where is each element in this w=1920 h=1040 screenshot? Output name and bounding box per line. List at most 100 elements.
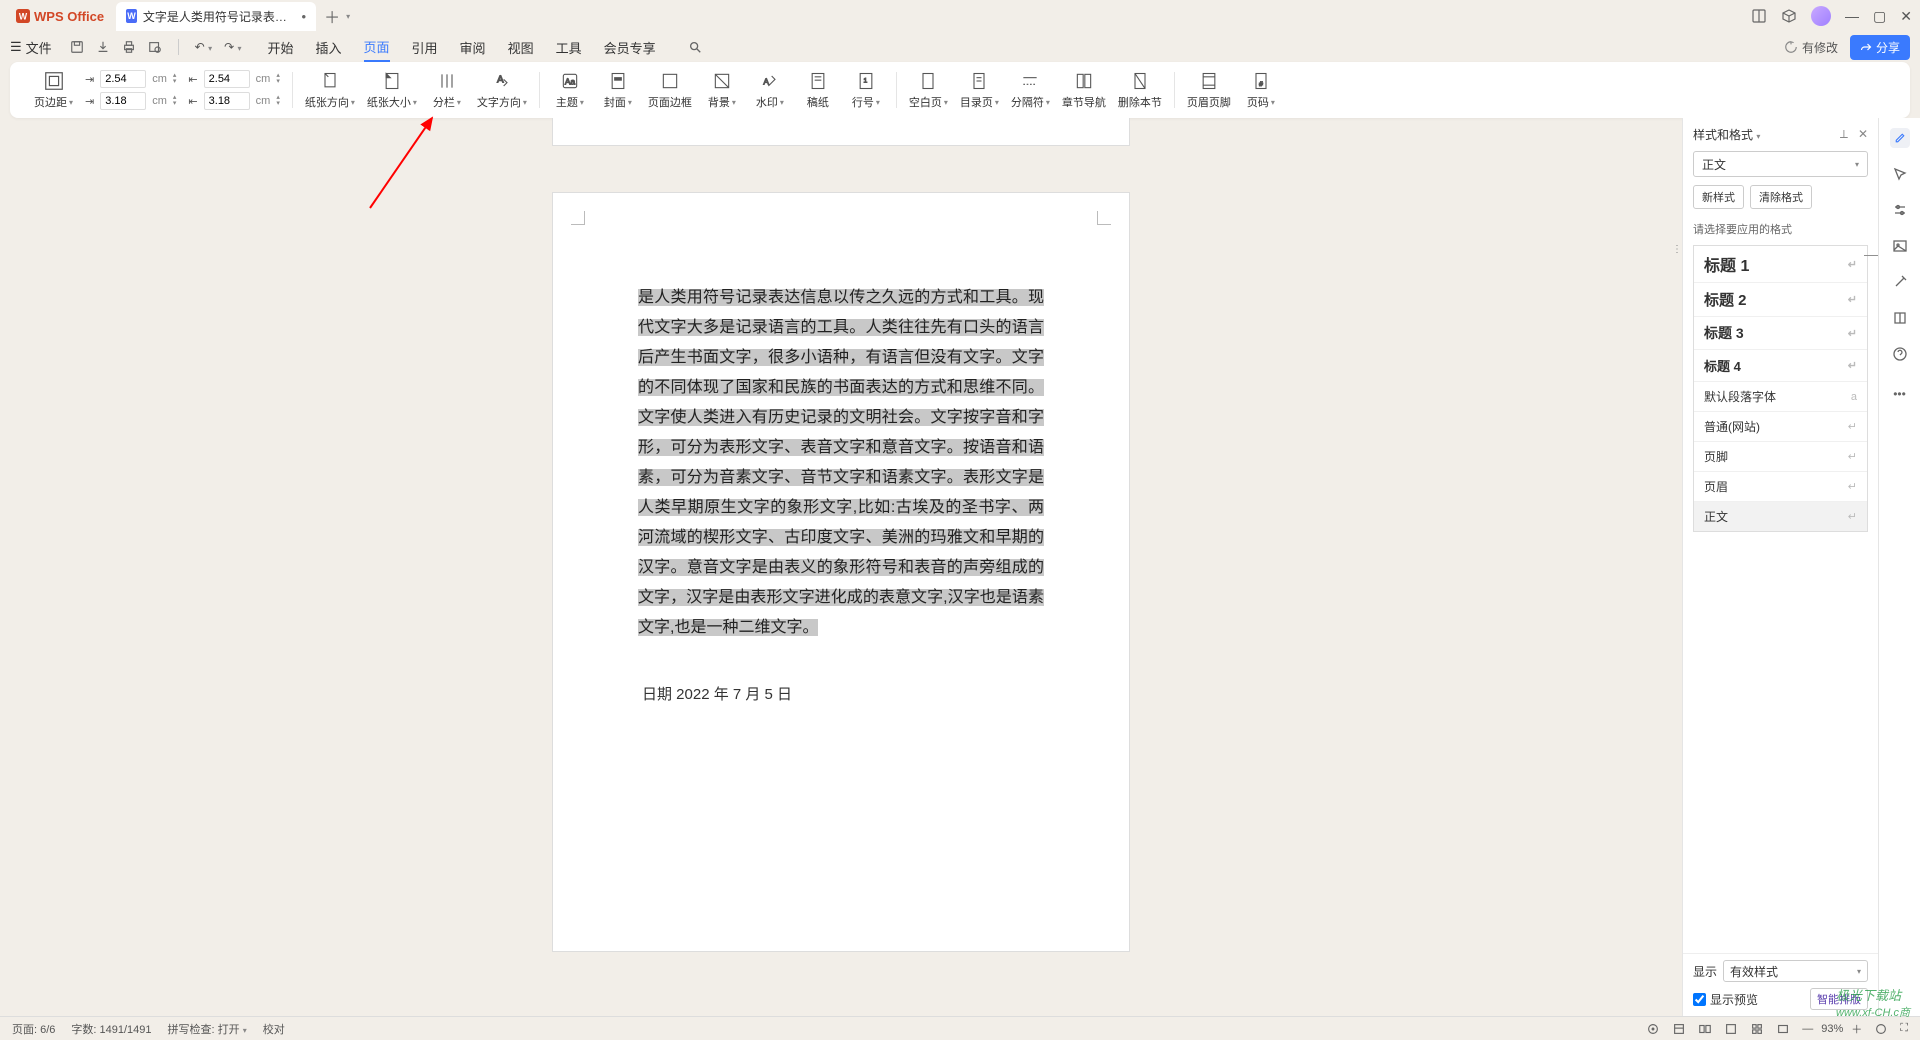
svg-text:W: W bbox=[19, 12, 28, 22]
margin-right-input[interactable] bbox=[204, 92, 250, 110]
blank-page-button[interactable]: 空白页 ▾ bbox=[909, 70, 948, 110]
rail-select-icon[interactable] bbox=[1890, 164, 1910, 184]
view-mode-6-icon[interactable] bbox=[1776, 1022, 1790, 1036]
view-mode-2-icon[interactable] bbox=[1672, 1022, 1686, 1036]
chapter-nav-button[interactable]: 章节导航 bbox=[1062, 70, 1106, 110]
fit-width-icon[interactable] bbox=[1874, 1022, 1888, 1036]
file-menu[interactable]: ☰ 文件 bbox=[10, 38, 52, 57]
rail-edit-icon[interactable] bbox=[1890, 128, 1910, 148]
tab-tools[interactable]: 工具 bbox=[556, 34, 582, 61]
export-icon[interactable] bbox=[96, 40, 110, 54]
watermark-button[interactable]: A水印 ▾ bbox=[752, 70, 788, 110]
rail-image-icon[interactable] bbox=[1890, 236, 1910, 256]
delete-section-button[interactable]: 删除本节 bbox=[1118, 70, 1162, 110]
document-area[interactable]: 是人类用符号记录表达信息以传之久远的方式和工具。现代文字大多是记录语言的工具。人… bbox=[0, 118, 1682, 1016]
status-proof[interactable]: 校对 bbox=[263, 1021, 285, 1037]
minimize-button[interactable]: — bbox=[1845, 8, 1859, 24]
new-style-button[interactable]: 新样式 bbox=[1693, 185, 1744, 209]
page-margins-button[interactable]: 页边距 ▾ bbox=[34, 70, 73, 110]
panel-collapse-button[interactable]: — bbox=[1864, 246, 1878, 262]
new-tab-button[interactable]: ＋ bbox=[324, 4, 340, 28]
page-border-button[interactable]: 页面边框 bbox=[648, 70, 692, 110]
style-item-h4[interactable]: 标题 4↵ bbox=[1694, 350, 1867, 382]
svg-text:A: A bbox=[497, 75, 504, 86]
cover-button[interactable]: 封面 ▾ bbox=[600, 70, 636, 110]
header-footer-button[interactable]: 页眉页脚 bbox=[1187, 70, 1231, 110]
current-style-select[interactable]: 正文▾ bbox=[1693, 151, 1868, 177]
tab-title: 文字是人类用符号记录表达信息以… bbox=[143, 8, 292, 25]
rail-help-icon[interactable] bbox=[1890, 344, 1910, 364]
page-number-button[interactable]: #页码 ▾ bbox=[1243, 70, 1279, 110]
rail-book-icon[interactable] bbox=[1890, 308, 1910, 328]
style-item-header[interactable]: 页眉↵ bbox=[1694, 472, 1867, 502]
tab-start[interactable]: 开始 bbox=[267, 34, 293, 61]
tab-view[interactable]: 视图 bbox=[508, 34, 534, 61]
zoom-in-button[interactable]: ＋ bbox=[1851, 1021, 1862, 1037]
close-button[interactable]: ✕ bbox=[1900, 8, 1912, 25]
save-icon[interactable] bbox=[70, 40, 84, 54]
tab-page[interactable]: 页面 bbox=[364, 33, 390, 62]
section-break-button[interactable]: 分隔符 ▾ bbox=[1011, 70, 1050, 110]
margin-left-input[interactable] bbox=[100, 92, 146, 110]
preview-checkbox[interactable]: 显示预览 bbox=[1693, 991, 1758, 1008]
style-item-h1[interactable]: 标题 1↵ bbox=[1694, 246, 1867, 283]
view-mode-5-icon[interactable] bbox=[1750, 1022, 1764, 1036]
text-direction-button[interactable]: A文字方向 ▾ bbox=[477, 70, 527, 110]
view-mode-3-icon[interactable] bbox=[1698, 1022, 1712, 1036]
print-icon[interactable] bbox=[122, 40, 136, 54]
margin-top-input[interactable] bbox=[100, 70, 146, 88]
style-item-h2[interactable]: 标题 2↵ bbox=[1694, 283, 1867, 317]
style-item-h3[interactable]: 标题 3↵ bbox=[1694, 317, 1867, 350]
tab-insert[interactable]: 插入 bbox=[316, 34, 342, 61]
rail-tools-icon[interactable] bbox=[1890, 272, 1910, 292]
rail-settings-icon[interactable] bbox=[1890, 200, 1910, 220]
view-mode-1-icon[interactable] bbox=[1646, 1022, 1660, 1036]
status-words[interactable]: 字数: 1491/1491 bbox=[71, 1021, 151, 1037]
style-item-footer[interactable]: 页脚↵ bbox=[1694, 442, 1867, 472]
margin-bottom-input[interactable] bbox=[204, 70, 250, 88]
svg-text:Aa: Aa bbox=[565, 76, 576, 86]
rail-more-icon[interactable]: ••• bbox=[1890, 384, 1910, 404]
line-number-button[interactable]: 1行号 ▾ bbox=[848, 70, 884, 110]
clear-format-button[interactable]: 清除格式 bbox=[1750, 185, 1812, 209]
paper-size-button[interactable]: 纸张大小 ▾ bbox=[367, 70, 417, 110]
paper-orientation-button[interactable]: 纸张方向 ▾ bbox=[305, 70, 355, 110]
undo-icon[interactable]: ↶ ▾ bbox=[195, 40, 212, 54]
tab-review[interactable]: 审阅 bbox=[460, 34, 486, 61]
tab-member[interactable]: 会员专享 bbox=[604, 34, 656, 61]
search-icon[interactable] bbox=[688, 40, 702, 54]
zoom-out-button[interactable]: — bbox=[1802, 1023, 1813, 1035]
redo-icon[interactable]: ↷ ▾ bbox=[224, 40, 241, 54]
panel-close-icon[interactable]: ✕ bbox=[1858, 127, 1868, 142]
maximize-button[interactable]: ▢ bbox=[1873, 8, 1886, 25]
smart-layout-button[interactable]: 智能排版 bbox=[1810, 988, 1868, 1010]
style-item-default-font[interactable]: 默认段落字体a bbox=[1694, 382, 1867, 412]
cube-icon[interactable] bbox=[1781, 8, 1797, 24]
zoom-value[interactable]: 93% bbox=[1821, 1023, 1843, 1035]
modified-badge[interactable]: 有修改 bbox=[1784, 39, 1838, 56]
style-item-normal-web[interactable]: 普通(网站)↵ bbox=[1694, 412, 1867, 442]
theme-button[interactable]: Aa主题 ▾ bbox=[552, 70, 588, 110]
pin-icon[interactable]: ⟂ bbox=[1840, 127, 1848, 142]
share-button[interactable]: 分享 bbox=[1850, 35, 1910, 60]
view-mode-4-icon[interactable] bbox=[1724, 1022, 1738, 1036]
fullscreen-icon[interactable]: ⛶ bbox=[1900, 1022, 1908, 1035]
body-text[interactable]: 是人类用符号记录表达信息以传之久远的方式和工具。现代文字大多是记录语言的工具。人… bbox=[638, 283, 1044, 643]
footer-date: 日期 2022 年 7 月 5 日 bbox=[638, 683, 1044, 704]
panel-hint: 请选择要应用的格式 bbox=[1693, 221, 1868, 237]
document-tab[interactable]: W 文字是人类用符号记录表达信息以… • bbox=[116, 2, 316, 31]
layout-icon[interactable] bbox=[1751, 8, 1767, 24]
user-avatar[interactable] bbox=[1811, 6, 1831, 26]
background-button[interactable]: 背景 ▾ bbox=[704, 70, 740, 110]
tab-menu-chevron[interactable]: ▾ bbox=[346, 12, 350, 21]
print-preview-icon[interactable] bbox=[148, 40, 162, 54]
manuscript-button[interactable]: 稿纸 bbox=[800, 70, 836, 110]
tab-reference[interactable]: 引用 bbox=[412, 34, 438, 61]
toc-page-button[interactable]: 目录页 ▾ bbox=[960, 70, 999, 110]
display-select[interactable]: 有效样式▾ bbox=[1723, 960, 1868, 982]
status-page[interactable]: 页面: 6/6 bbox=[12, 1021, 55, 1037]
style-item-body[interactable]: 正文↵ bbox=[1694, 502, 1867, 531]
ruler-toggle[interactable]: ⋮ bbox=[1672, 244, 1682, 255]
status-spell[interactable]: 拼写检查: 打开 ▾ bbox=[168, 1021, 247, 1037]
columns-button[interactable]: 分栏 ▾ bbox=[429, 70, 465, 110]
